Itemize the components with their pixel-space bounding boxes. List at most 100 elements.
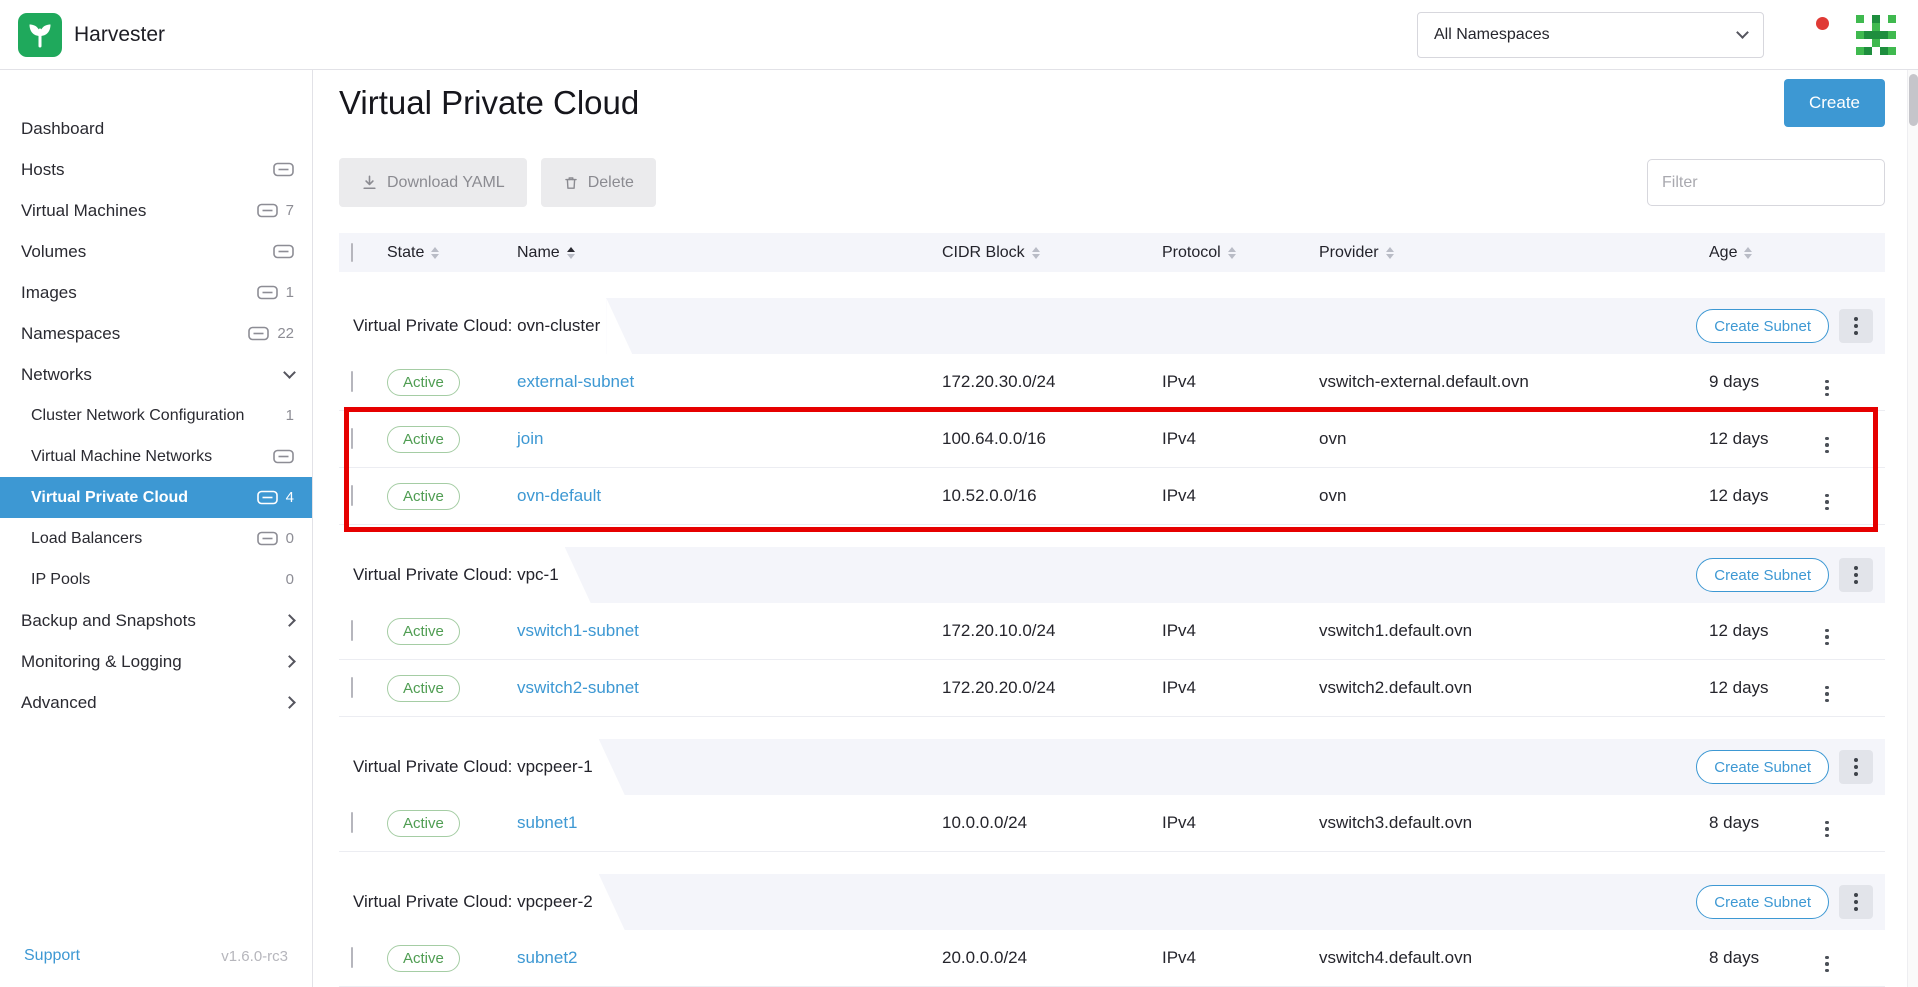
sidebar-item-label: Volumes	[21, 242, 273, 262]
sort-icon	[1228, 247, 1236, 259]
group-title-tab: Virtual Private Cloud: vpc-1	[339, 547, 565, 603]
scrollbar[interactable]	[1907, 70, 1918, 987]
toolbar: Download YAML Delete	[339, 158, 1885, 207]
kebab-dots-icon	[1825, 629, 1829, 646]
create-subnet-button[interactable]: Create Subnet	[1696, 885, 1829, 919]
group-menu-button[interactable]	[1839, 309, 1873, 343]
row-checkbox[interactable]	[351, 485, 353, 506]
kebab-dots-icon	[1825, 821, 1829, 838]
protocol-cell: IPv4	[1162, 948, 1319, 968]
sort-icon	[567, 247, 575, 259]
subnet-link[interactable]: vswitch1-subnet	[517, 621, 639, 640]
download-yaml-button[interactable]: Download YAML	[339, 158, 527, 207]
sort-icon	[1744, 247, 1752, 259]
subnet-link[interactable]: join	[517, 429, 543, 448]
state-cell: Active	[387, 618, 517, 645]
vpc-group-vpcpeer-2: Virtual Private Cloud: vpcpeer-2Create S…	[339, 874, 1885, 987]
sidebar-item-backup-and-snapshots[interactable]: Backup and Snapshots	[0, 600, 312, 641]
sidebar-item-virtual-machines[interactable]: Virtual Machines7	[0, 190, 312, 231]
subnet-link[interactable]: subnet2	[517, 948, 578, 967]
subnet-link[interactable]: ovn-default	[517, 486, 601, 505]
sidebar-item-load-balancers[interactable]: Load Balancers0	[0, 518, 312, 559]
scrollbar-thumb[interactable]	[1909, 74, 1918, 126]
sidebar-item-dashboard[interactable]: Dashboard	[0, 108, 312, 149]
sidebar-item-cluster-network-configuration[interactable]: Cluster Network Configuration1	[0, 395, 312, 436]
name-cell: vswitch2-subnet	[517, 678, 942, 698]
group-menu-button[interactable]	[1839, 885, 1873, 919]
sidebar-item-meta: 7	[257, 202, 294, 219]
row-actions-cell	[1825, 809, 1885, 837]
row-menu-button[interactable]	[1825, 686, 1829, 703]
create-subnet-button[interactable]: Create Subnet	[1696, 750, 1829, 784]
row-menu-button[interactable]	[1825, 956, 1829, 973]
sidebar-item-ip-pools[interactable]: IP Pools0	[0, 559, 312, 600]
row-checkbox[interactable]	[351, 428, 353, 449]
sidebar-item-advanced[interactable]: Advanced	[0, 682, 312, 723]
sidebar-item-meta: 4	[257, 489, 294, 506]
select-all-checkbox[interactable]	[351, 243, 353, 262]
sidebar-item-meta	[285, 372, 294, 377]
sidebar-item-label: Backup and Snapshots	[21, 611, 285, 631]
support-link[interactable]: Support	[24, 947, 80, 965]
row-checkbox[interactable]	[351, 947, 353, 968]
column-header-state[interactable]: State	[387, 244, 517, 262]
sidebar-item-meta	[273, 449, 294, 464]
sidebar-item-namespaces[interactable]: Namespaces22	[0, 313, 312, 354]
delete-button[interactable]: Delete	[541, 158, 656, 207]
namespace-selector[interactable]: All Namespaces	[1417, 12, 1764, 58]
filter-input[interactable]	[1647, 159, 1885, 206]
column-header-protocol[interactable]: Protocol	[1162, 244, 1319, 262]
column-label: Age	[1709, 244, 1737, 262]
provider-cell: ovn	[1319, 486, 1709, 506]
table-row-join: Activejoin100.64.0.0/16IPv4ovn12 days	[339, 411, 1885, 468]
group-header: Virtual Private Cloud: vpcpeer-1 Create S…	[339, 739, 1885, 795]
create-button[interactable]: Create	[1784, 79, 1885, 127]
vpc-table: StateNameCIDR BlockProtocolProviderAge Vi…	[339, 233, 1885, 987]
create-subnet-button[interactable]: Create Subnet	[1696, 309, 1829, 343]
group-actions: Create Subnet	[1696, 885, 1885, 919]
sidebar-item-meta: 1	[286, 407, 294, 424]
column-header-provider[interactable]: Provider	[1319, 244, 1709, 262]
sidebar-item-networks[interactable]: Networks	[0, 354, 312, 395]
group-title-tab: Virtual Private Cloud: vpcpeer-1	[339, 739, 599, 795]
sidebar-item-virtual-machine-networks[interactable]: Virtual Machine Networks	[0, 436, 312, 477]
group-menu-button[interactable]	[1839, 750, 1873, 784]
create-subnet-button[interactable]: Create Subnet	[1696, 558, 1829, 592]
subnet-link[interactable]: external-subnet	[517, 372, 634, 391]
sidebar-item-meta	[273, 162, 294, 177]
row-checkbox[interactable]	[351, 620, 353, 641]
resource-count-icon	[273, 244, 294, 259]
sidebar-item-virtual-private-cloud[interactable]: Virtual Private Cloud4	[0, 477, 312, 518]
row-menu-button[interactable]	[1825, 821, 1829, 838]
group-menu-button[interactable]	[1839, 558, 1873, 592]
row-menu-button[interactable]	[1825, 437, 1829, 454]
avatar-identicon	[1856, 15, 1896, 55]
status-badge: Active	[387, 426, 460, 453]
row-checkbox[interactable]	[351, 677, 353, 698]
sidebar-item-hosts[interactable]: Hosts	[0, 149, 312, 190]
sidebar-item-volumes[interactable]: Volumes	[0, 231, 312, 272]
table-row-vswitch1-subnet: Activevswitch1-subnet172.20.10.0/24IPv4v…	[339, 603, 1885, 660]
column-header-cidr-block[interactable]: CIDR Block	[942, 244, 1162, 262]
row-menu-button[interactable]	[1825, 380, 1829, 397]
subnet-link[interactable]: subnet1	[517, 813, 578, 832]
user-avatar[interactable]	[1856, 15, 1896, 55]
sidebar-item-meta	[285, 698, 294, 707]
kebab-dots-icon	[1854, 893, 1858, 911]
notification-dot[interactable]	[1816, 17, 1829, 30]
row-menu-button[interactable]	[1825, 629, 1829, 646]
provider-cell: vswitch1.default.ovn	[1319, 621, 1709, 641]
subnet-link[interactable]: vswitch2-subnet	[517, 678, 639, 697]
row-menu-button[interactable]	[1825, 494, 1829, 511]
row-select-cell	[339, 678, 387, 698]
row-select-cell	[339, 621, 387, 641]
status-badge: Active	[387, 369, 460, 396]
sidebar-item-images[interactable]: Images1	[0, 272, 312, 313]
brand[interactable]: Harvester	[18, 13, 165, 57]
sidebar-item-monitoring-logging[interactable]: Monitoring & Logging	[0, 641, 312, 682]
column-header-age[interactable]: Age	[1709, 244, 1825, 262]
row-checkbox[interactable]	[351, 812, 353, 833]
row-checkbox[interactable]	[351, 371, 353, 392]
sidebar-item-label: Namespaces	[21, 324, 248, 344]
column-header-name[interactable]: Name	[517, 244, 942, 262]
